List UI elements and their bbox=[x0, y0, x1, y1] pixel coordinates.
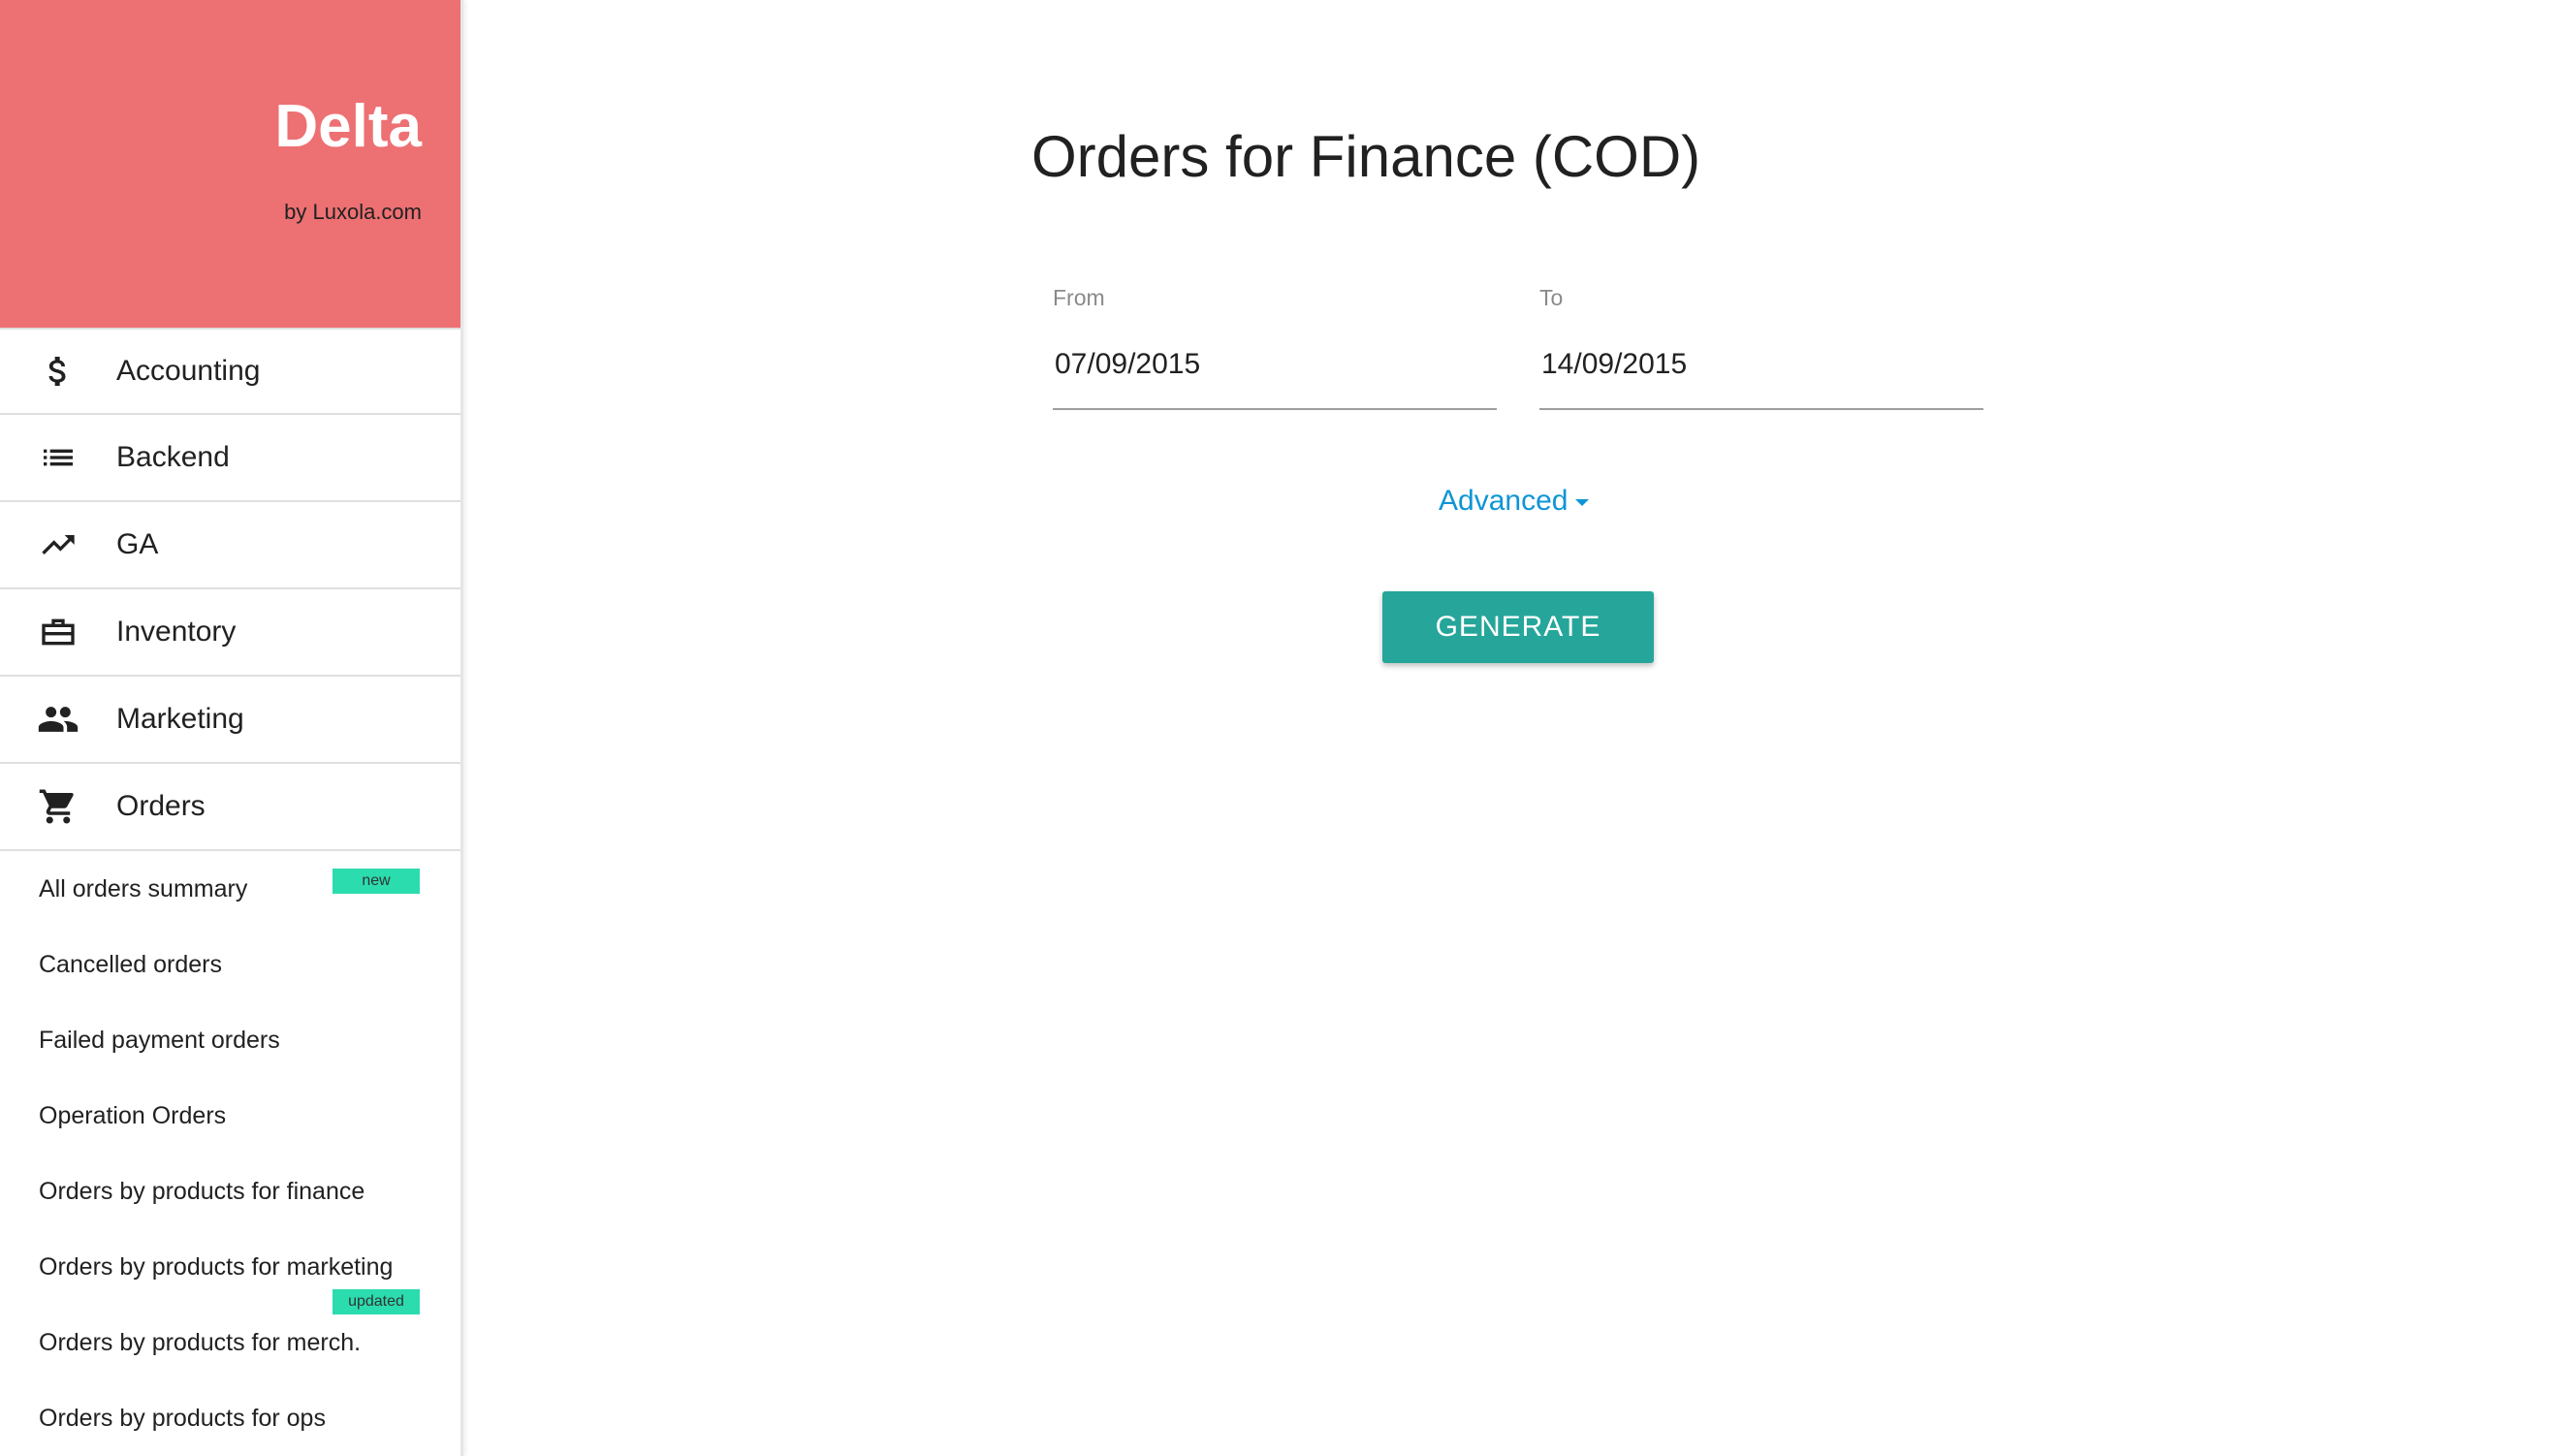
people-icon bbox=[0, 698, 116, 741]
brand-subtitle: by Luxola.com bbox=[284, 200, 422, 224]
submenu-item-label: Orders by products for merch. bbox=[39, 1328, 362, 1356]
submenu-item-all-orders-summary[interactable]: All orders summary new bbox=[0, 851, 460, 927]
sidebar-item-label: Backend bbox=[116, 441, 230, 473]
submenu-item-operation-orders[interactable]: Operation Orders bbox=[0, 1078, 460, 1154]
sidebar-item-label: Accounting bbox=[116, 355, 261, 387]
orders-submenu: All orders summary new Cancelled orders … bbox=[0, 851, 460, 1456]
to-label: To bbox=[1539, 285, 1564, 310]
briefcase-icon bbox=[0, 613, 116, 651]
sidebar-item-label: GA bbox=[116, 528, 159, 560]
sidebar: Delta by Luxola.com Accounting Backend G… bbox=[0, 0, 463, 1456]
sidebar-item-orders[interactable]: Orders bbox=[0, 764, 460, 851]
caret-down-icon bbox=[1575, 498, 1590, 506]
submenu-item-label: Orders by products for finance bbox=[39, 1177, 365, 1205]
submenu-item-orders-by-products-merch[interactable]: Orders by products for merch. bbox=[0, 1305, 460, 1380]
trending-up-icon bbox=[0, 525, 116, 564]
submenu-item-failed-payment-orders[interactable]: Failed payment orders bbox=[0, 1002, 460, 1078]
submenu-item-label: Orders by products for ops bbox=[39, 1404, 326, 1432]
sidebar-item-backend[interactable]: Backend bbox=[0, 415, 460, 502]
list-icon bbox=[0, 438, 116, 477]
sidebar-item-accounting[interactable]: Accounting bbox=[0, 328, 460, 415]
sidebar-item-marketing[interactable]: Marketing bbox=[0, 677, 460, 764]
sidebar-item-ga[interactable]: GA bbox=[0, 502, 460, 589]
sidebar-item-label: Marketing bbox=[116, 703, 244, 735]
brand-title: Delta bbox=[274, 93, 422, 160]
from-date-field: From bbox=[1053, 287, 1497, 410]
page-title: Orders for Finance (COD) bbox=[1031, 124, 1701, 189]
submenu-item-orders-by-products-finance[interactable]: Orders by products for finance bbox=[0, 1154, 460, 1229]
submenu-item-label: All orders summary bbox=[39, 874, 248, 902]
submenu-item-label: Orders by products for marketing bbox=[39, 1252, 394, 1281]
submenu-item-orders-by-products-ops[interactable]: Orders by products for ops bbox=[0, 1380, 460, 1456]
main-content: Orders for Finance (COD) From To Advance… bbox=[463, 0, 2567, 1456]
dollar-icon bbox=[0, 352, 116, 391]
from-label: From bbox=[1053, 285, 1105, 310]
submenu-item-label: Failed payment orders bbox=[39, 1026, 280, 1054]
submenu-item-label: Cancelled orders bbox=[39, 950, 222, 978]
advanced-label: Advanced bbox=[1439, 485, 1569, 517]
generate-button[interactable]: GENERATE bbox=[1382, 591, 1654, 663]
from-date-input[interactable] bbox=[1053, 346, 1497, 410]
submenu-item-label: Operation Orders bbox=[39, 1101, 227, 1129]
sidebar-item-label: Inventory bbox=[116, 616, 237, 648]
to-date-input[interactable] bbox=[1539, 346, 1983, 410]
sidebar-item-inventory[interactable]: Inventory bbox=[0, 589, 460, 677]
new-badge: new bbox=[333, 869, 420, 894]
advanced-toggle[interactable]: Advanced bbox=[1439, 485, 1590, 518]
submenu-item-orders-by-products-marketing[interactable]: Orders by products for marketing updated bbox=[0, 1229, 460, 1314]
sidebar-nav: Accounting Backend GA Inventory Marketin… bbox=[0, 328, 460, 851]
brand-header: Delta by Luxola.com bbox=[0, 0, 460, 328]
cart-icon bbox=[0, 786, 116, 827]
sidebar-item-label: Orders bbox=[116, 790, 206, 822]
submenu-item-cancelled-orders[interactable]: Cancelled orders bbox=[0, 927, 460, 1002]
to-date-field: To bbox=[1539, 287, 1983, 410]
